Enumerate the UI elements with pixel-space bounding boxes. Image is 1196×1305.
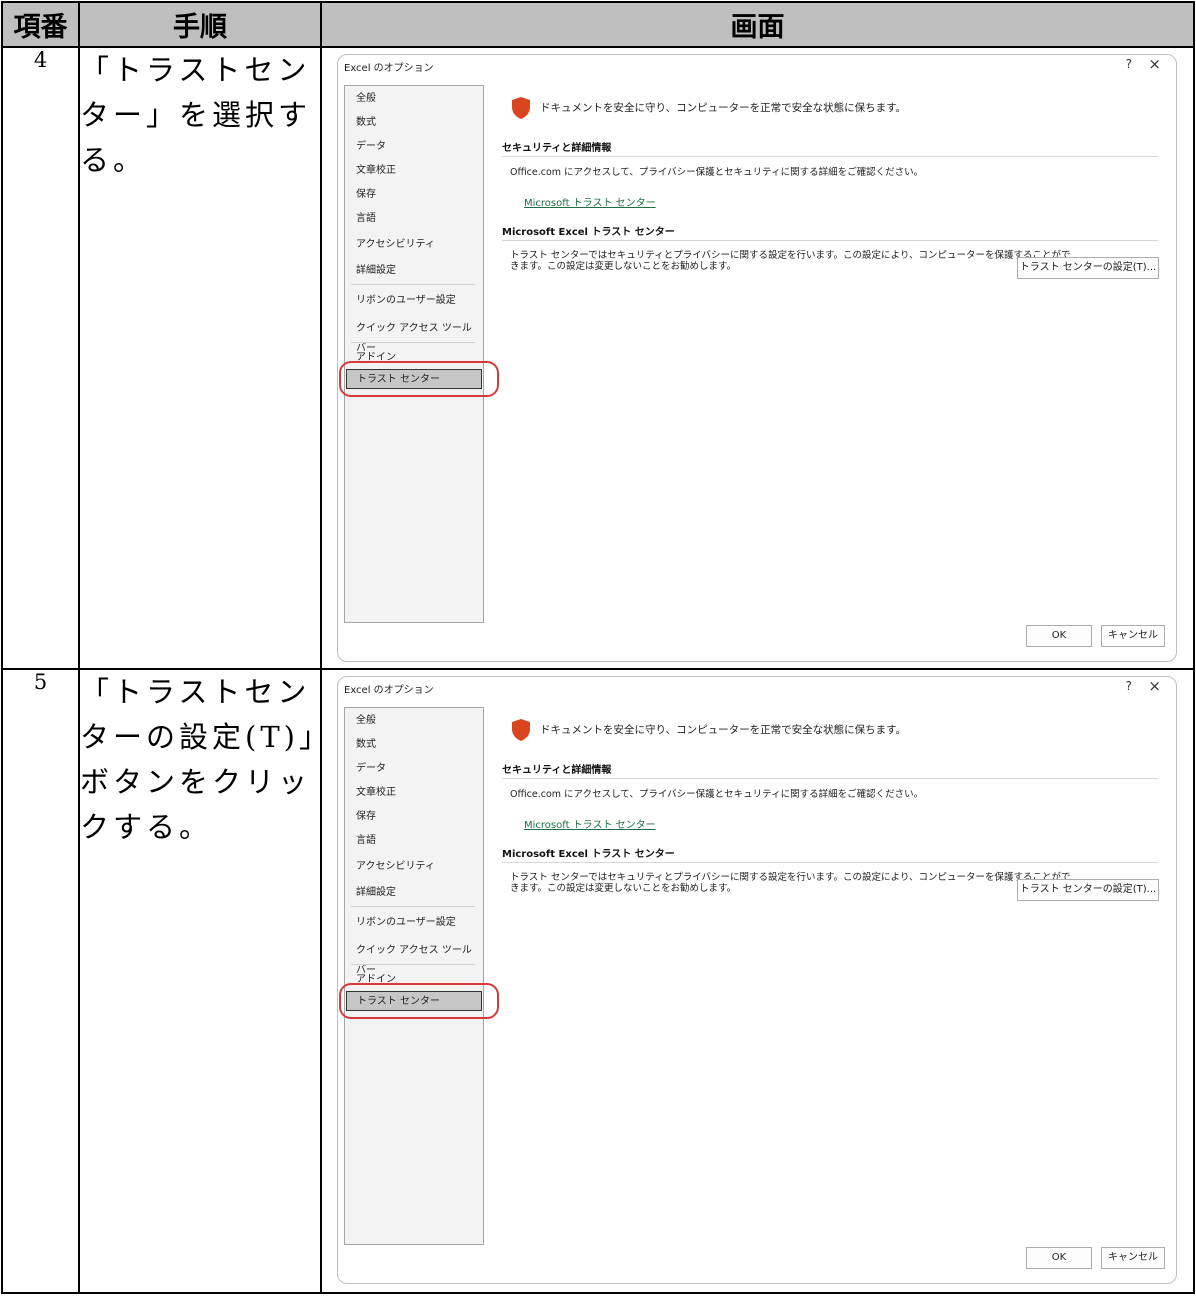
cancel-button[interactable]: キャンセル	[1101, 625, 1165, 647]
nav-item-data[interactable]: データ	[346, 759, 482, 779]
nav-item-accessibility[interactable]: アクセシビリティ	[346, 235, 482, 255]
shield-icon	[512, 97, 530, 119]
nav-item-advanced[interactable]: 詳細設定	[346, 261, 482, 281]
row-number: 5	[1, 668, 80, 1294]
shield-icon	[512, 719, 530, 741]
row-step-text: 「トラストセンター」を選択する。	[78, 46, 322, 670]
row-screenshot: Excel のオプション ? × 全般 数式 データ 文章校正 保存 言語 アク…	[320, 668, 1195, 1294]
nav-item-general[interactable]: 全般	[346, 89, 482, 109]
options-nav: 全般 数式 データ 文章校正 保存 言語 アクセシビリティ 詳細設定 リボンのユ…	[339, 707, 499, 1245]
nav-divider	[351, 342, 475, 343]
microsoft-trust-center-link[interactable]: Microsoft トラスト センター	[524, 194, 656, 209]
ok-button[interactable]: OK	[1026, 625, 1092, 647]
table-row: 5 「トラストセンターの設定(T)」ボタンをクリックする。 Excel のオプシ…	[1, 668, 1195, 1294]
nav-item-quick-access-toolbar[interactable]: クイック アクセス ツール バー	[346, 941, 482, 976]
nav-divider	[351, 964, 475, 965]
nav-item-formulas[interactable]: 数式	[346, 113, 482, 133]
trust-center-description-line2: きます。この設定は変更しないことをお勧めします。	[510, 883, 737, 894]
security-description: Office.com にアクセスして、プライバシー保護とセキュリティに関する詳細…	[510, 789, 924, 800]
security-description: Office.com にアクセスして、プライバシー保護とセキュリティに関する詳細…	[510, 167, 924, 178]
nav-item-general[interactable]: 全般	[346, 711, 482, 731]
procedure-table: 項番 手順 画面 4 「トラストセンター」を選択する。 Excel のオプション…	[1, 1, 1195, 1294]
cancel-button[interactable]: キャンセル	[1101, 1247, 1165, 1269]
header-no: 項番	[1, 1, 80, 48]
nav-item-accessibility[interactable]: アクセシビリティ	[346, 857, 482, 877]
trust-center-description-line1: トラスト センターではセキュリティとプライバシーに関する設定を行います。この設定…	[510, 872, 1071, 883]
section-divider	[502, 156, 1158, 157]
security-heading: セキュリティと詳細情報	[502, 143, 612, 154]
dialog-title: Excel のオプション	[344, 63, 434, 74]
nav-item-data[interactable]: データ	[346, 137, 482, 157]
nav-item-proofing[interactable]: 文章校正	[346, 161, 482, 181]
trust-center-description: トラスト センターではセキュリティとプライバシーに関する設定を行います。この設定…	[510, 250, 1070, 272]
dialog-title: Excel のオプション	[344, 685, 434, 696]
table-row: 4 「トラストセンター」を選択する。 Excel のオプション ? × 全般 数…	[1, 46, 1195, 670]
trust-center-settings-button[interactable]: トラスト センターの設定(T)...	[1017, 879, 1159, 901]
trust-center-pane: ドキュメントを安全に守り、コンピューターを正常で安全な状態に保ちます。 セキュリ…	[488, 677, 1168, 1243]
section-divider	[502, 240, 1158, 241]
trust-center-description: トラスト センターではセキュリティとプライバシーに関する設定を行います。この設定…	[510, 872, 1070, 894]
nav-item-language[interactable]: 言語	[346, 209, 482, 229]
nav-item-formulas[interactable]: 数式	[346, 735, 482, 755]
options-nav: 全般 数式 データ 文章校正 保存 言語 アクセシビリティ 詳細設定 リボンのユ…	[339, 85, 499, 623]
trust-center-settings-button[interactable]: トラスト センターの設定(T)...	[1017, 257, 1159, 279]
trust-center-pane: ドキュメントを安全に守り、コンピューターを正常で安全な状態に保ちます。 セキュリ…	[488, 55, 1168, 621]
row-number: 4	[1, 46, 80, 670]
trust-center-heading: Microsoft Excel トラスト センター	[502, 227, 675, 238]
highlight-oval	[339, 361, 499, 397]
section-divider	[502, 778, 1158, 779]
table-header-row: 項番 手順 画面	[1, 1, 1195, 48]
row-screenshot: Excel のオプション ? × 全般 数式 データ 文章校正 保存 言語 アク…	[320, 46, 1195, 670]
nav-divider	[351, 284, 475, 285]
excel-options-dialog: Excel のオプション ? × 全般 数式 データ 文章校正 保存 言語 アク…	[337, 54, 1177, 662]
intro-text: ドキュメントを安全に守り、コンピューターを正常で安全な状態に保ちます。	[540, 724, 907, 736]
intro-text: ドキュメントを安全に守り、コンピューターを正常で安全な状態に保ちます。	[540, 102, 907, 114]
nav-item-quick-access-toolbar[interactable]: クイック アクセス ツール バー	[346, 319, 482, 354]
nav-item-customize-ribbon[interactable]: リボンのユーザー設定	[346, 913, 482, 933]
section-divider	[502, 862, 1158, 863]
security-heading: セキュリティと詳細情報	[502, 765, 612, 776]
trust-center-heading: Microsoft Excel トラスト センター	[502, 849, 675, 860]
highlight-oval	[339, 983, 499, 1019]
row-step-text: 「トラストセンターの設定(T)」ボタンをクリックする。	[78, 668, 322, 1294]
trust-center-description-line1: トラスト センターではセキュリティとプライバシーに関する設定を行います。この設定…	[510, 250, 1071, 261]
nav-divider	[351, 906, 475, 907]
header-screen: 画面	[320, 1, 1195, 48]
excel-options-dialog: Excel のオプション ? × 全般 数式 データ 文章校正 保存 言語 アク…	[337, 676, 1177, 1284]
microsoft-trust-center-link[interactable]: Microsoft トラスト センター	[524, 816, 656, 831]
nav-item-proofing[interactable]: 文章校正	[346, 783, 482, 803]
nav-item-advanced[interactable]: 詳細設定	[346, 883, 482, 903]
header-step: 手順	[78, 1, 322, 48]
trust-center-description-line2: きます。この設定は変更しないことをお勧めします。	[510, 261, 737, 272]
nav-item-customize-ribbon[interactable]: リボンのユーザー設定	[346, 291, 482, 311]
nav-item-save[interactable]: 保存	[346, 807, 482, 827]
nav-item-save[interactable]: 保存	[346, 185, 482, 205]
nav-item-language[interactable]: 言語	[346, 831, 482, 851]
ok-button[interactable]: OK	[1026, 1247, 1092, 1269]
